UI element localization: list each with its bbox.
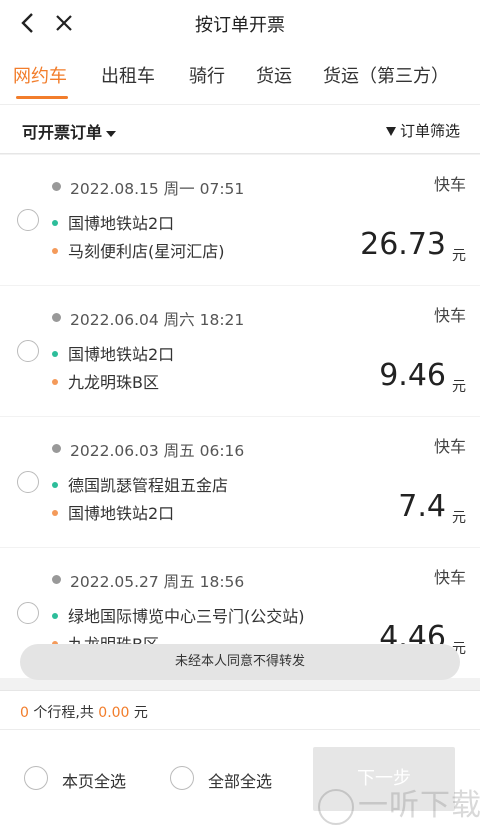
end-point-icon xyxy=(52,379,58,385)
tab-taxi[interactable]: 出租车 xyxy=(101,62,155,88)
clock-icon xyxy=(52,575,61,584)
order-item[interactable]: 2022.08.15 周一 07:51 快车 国博地铁站2口 马刻便利店(星河汇… xyxy=(0,155,480,285)
order-select-radio[interactable] xyxy=(17,602,39,624)
order-datetime: 2022.05.27 周五 18:56 xyxy=(70,573,245,591)
order-filter-button[interactable]: 订单筛选 xyxy=(385,120,460,141)
watermark-text: 一听下载 xyxy=(358,788,480,823)
order-start-location: 国博地铁站2口 xyxy=(68,345,175,364)
order-datetime: 2022.06.03 周五 06:16 xyxy=(70,442,245,460)
order-item[interactable]: 2022.06.04 周六 18:21 快车 国博地铁站2口 九龙明珠B区 9.… xyxy=(0,286,480,416)
order-end-location: 马刻便利店(星河汇店) xyxy=(68,242,225,261)
clock-icon xyxy=(52,444,61,453)
caret-down-icon xyxy=(106,130,117,137)
currency-label: 元 xyxy=(133,705,148,721)
order-car-type: 快车 xyxy=(433,437,466,456)
order-select-radio[interactable] xyxy=(17,340,39,362)
selection-summary: 0 个行程,共 0.00 元 xyxy=(0,690,480,730)
order-select-radio[interactable] xyxy=(17,471,39,493)
tab-ride-hailing[interactable]: 网约车 xyxy=(13,62,67,88)
price-unit: 元 xyxy=(452,248,466,264)
end-point-icon xyxy=(52,248,58,254)
order-filter-label: 订单筛选 xyxy=(399,122,460,140)
order-price: 26.73 xyxy=(360,227,446,262)
site-watermark: 一听下载 xyxy=(318,780,480,825)
active-tab-indicator xyxy=(16,96,68,99)
order-start-location: 绿地国际博览中心三号门(公交站) xyxy=(68,607,305,626)
price-unit: 元 xyxy=(452,510,466,526)
start-point-icon xyxy=(52,482,58,488)
order-type-dropdown[interactable]: 可开票订单 xyxy=(22,119,117,143)
page-title: 按订单开票 xyxy=(195,15,285,36)
end-point-icon xyxy=(52,510,58,516)
trips-label: 个行程,共 xyxy=(33,705,94,721)
select-all-label: 全部全选 xyxy=(208,772,273,791)
start-point-icon xyxy=(52,351,58,357)
order-end-location: 九龙明珠B区 xyxy=(68,373,159,392)
order-type-label: 可开票订单 xyxy=(22,123,103,142)
order-datetime: 2022.08.15 周一 07:51 xyxy=(70,180,245,198)
top-bar: 按订单开票 xyxy=(0,0,480,46)
select-all-radio[interactable] xyxy=(170,766,194,790)
no-forward-toast: 未经本人同意不得转发 xyxy=(20,644,460,680)
summary-text: 0 个行程,共 0.00 元 xyxy=(20,702,148,722)
order-car-type: 快车 xyxy=(433,306,466,325)
tab-freight-third-party[interactable]: 货运（第三方） xyxy=(323,62,449,88)
start-point-icon xyxy=(52,220,58,226)
order-select-radio[interactable] xyxy=(17,209,39,231)
order-car-type: 快车 xyxy=(433,175,466,194)
clock-icon xyxy=(52,182,61,191)
order-end-location: 国博地铁站2口 xyxy=(68,504,175,523)
order-datetime: 2022.06.04 周六 18:21 xyxy=(70,311,245,329)
tab-bar: 网约车 出租车 骑行 货运 货运（第三方） xyxy=(0,46,480,104)
trip-count: 0 xyxy=(20,705,29,721)
tab-freight[interactable]: 货运 xyxy=(256,62,292,88)
order-start-location: 德国凯瑟管程姐五金店 xyxy=(68,476,229,495)
select-page-label: 本页全选 xyxy=(62,772,127,791)
order-start-location: 国博地铁站2口 xyxy=(68,214,175,233)
watermark-logo-icon xyxy=(318,788,354,825)
order-price: 9.46 xyxy=(379,358,446,393)
order-car-type: 快车 xyxy=(433,568,466,587)
order-list[interactable]: 2022.08.15 周一 07:51 快车 国博地铁站2口 马刻便利店(星河汇… xyxy=(0,155,480,690)
select-all-option[interactable]: 全部全选 xyxy=(170,766,290,792)
tab-cycling[interactable]: 骑行 xyxy=(189,62,225,88)
order-item[interactable]: 2022.06.03 周五 06:16 快车 德国凯瑟管程姐五金店 国博地铁站2… xyxy=(0,417,480,547)
select-page-radio[interactable] xyxy=(24,766,48,790)
price-unit: 元 xyxy=(452,379,466,395)
total-amount: 0.00 xyxy=(98,705,130,721)
filter-bar: 可开票订单 订单筛选 xyxy=(0,104,480,154)
order-price: 7.4 xyxy=(398,489,446,524)
start-point-icon xyxy=(52,613,58,619)
clock-icon xyxy=(52,313,61,322)
select-page-option[interactable]: 本页全选 xyxy=(24,766,144,792)
funnel-icon xyxy=(385,127,396,136)
